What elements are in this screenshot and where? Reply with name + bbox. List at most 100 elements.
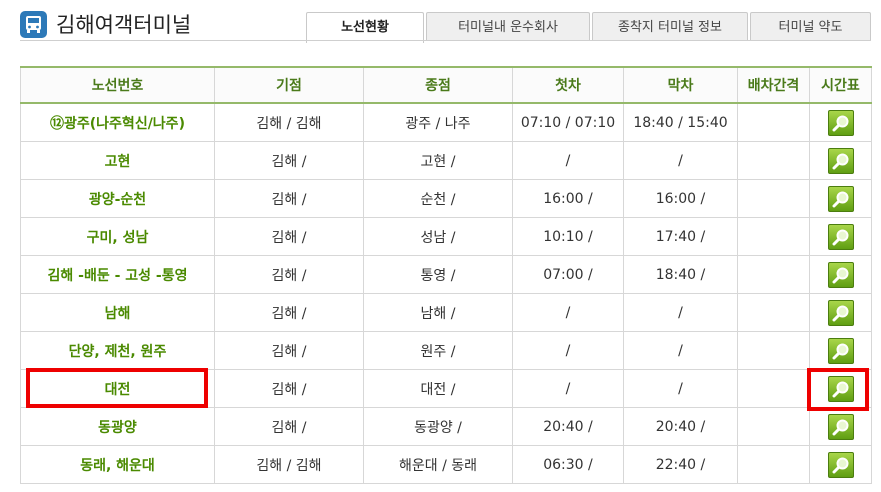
page-title: 김해여객터미널 bbox=[56, 13, 192, 37]
interval-cell bbox=[737, 445, 810, 484]
destination-cell: 순천 / bbox=[363, 179, 513, 218]
last-bus-cell: 18:40 / bbox=[623, 255, 738, 294]
table-row: ⑫광주(나주혁신/나주) 김해 / 김해 광주 / 나주 07:10 / 07:10 1… bbox=[20, 102, 872, 142]
interval-cell bbox=[737, 369, 810, 408]
timetable-button[interactable] bbox=[827, 299, 854, 326]
tab-bus-companies[interactable]: 터미널내 운수회사 bbox=[426, 12, 590, 41]
timetable-cell bbox=[809, 179, 872, 218]
last-bus-cell: 22:40 / bbox=[623, 445, 738, 484]
first-bus-cell: 10:10 / bbox=[512, 217, 624, 256]
interval-cell bbox=[737, 217, 810, 256]
last-bus-cell: / bbox=[623, 141, 738, 180]
timetable-button[interactable] bbox=[827, 451, 854, 478]
table-row: 동래, 해운대 김해 / 김해 해운대 / 동래 06:30 /22:40 / bbox=[20, 445, 872, 484]
destination-cell: 남해 / bbox=[363, 293, 513, 332]
interval-cell bbox=[737, 141, 810, 180]
magnifier-icon bbox=[832, 305, 848, 321]
origin-cell: 김해 / 김해 bbox=[214, 102, 364, 142]
interval-cell bbox=[737, 331, 810, 370]
first-bus-cell: / bbox=[512, 369, 624, 408]
first-bus-cell: 06:30 / bbox=[512, 445, 624, 484]
timetable-button[interactable] bbox=[827, 147, 854, 174]
magnifier-icon bbox=[832, 191, 848, 207]
route-cell[interactable]: 고현 bbox=[20, 141, 215, 180]
destination-cell: 성남 / bbox=[363, 217, 513, 256]
route-cell[interactable]: 동광양 bbox=[20, 407, 215, 446]
highlight-box-route bbox=[26, 368, 208, 408]
magnifier-icon bbox=[832, 457, 848, 473]
table-row: 남해 김해 / 남해 / / / bbox=[20, 293, 872, 332]
timetable-cell bbox=[809, 217, 872, 256]
tab-destination-terminal-info[interactable]: 종착지 터미널 정보 bbox=[592, 12, 748, 41]
magnifier-icon bbox=[832, 267, 848, 283]
table-row: 광양-순천 김해 / 순천 /16:00 /16:00 / bbox=[20, 179, 872, 218]
route-cell[interactable]: 광양-순천 bbox=[20, 179, 215, 218]
destination-cell: 고현 / bbox=[363, 141, 513, 180]
timetable-cell bbox=[809, 255, 872, 294]
timetable-cell bbox=[809, 331, 872, 370]
tab-route-status[interactable]: 노선현황 bbox=[306, 12, 424, 43]
route-cell[interactable]: 구미, 성남 bbox=[20, 217, 215, 256]
timetable-button[interactable] bbox=[827, 413, 854, 440]
origin-cell: 김해 / bbox=[214, 331, 364, 370]
tab-terminal-map[interactable]: 터미널 약도 bbox=[750, 12, 871, 41]
destination-cell: 광주 / 나주 bbox=[363, 102, 513, 142]
origin-cell: 김해 / bbox=[214, 293, 364, 332]
col-header-origin: 기점 bbox=[214, 66, 364, 104]
col-header-timetable: 시간표 bbox=[809, 66, 872, 104]
route-cell[interactable]: ⑫광주(나주혁신/나주) bbox=[20, 102, 215, 142]
destination-cell: 해운대 / 동래 bbox=[363, 445, 513, 484]
first-bus-cell: / bbox=[512, 331, 624, 370]
interval-cell bbox=[737, 293, 810, 332]
table-row: 김해 -배둔 - 고성 -통영 김해 / 통영 /07:00 /18:40 / bbox=[20, 255, 872, 294]
timetable-button[interactable] bbox=[827, 109, 854, 136]
first-bus-cell: 20:40 / bbox=[512, 407, 624, 446]
first-bus-cell: / bbox=[512, 141, 624, 180]
interval-cell bbox=[737, 255, 810, 294]
last-bus-cell: 17:40 / bbox=[623, 217, 738, 256]
timetable-cell bbox=[809, 141, 872, 180]
col-header-route: 노선번호 bbox=[20, 66, 215, 104]
col-header-destination: 종점 bbox=[363, 66, 513, 104]
magnifier-icon bbox=[832, 229, 848, 245]
col-header-interval: 배차간격 bbox=[737, 66, 810, 104]
origin-cell: 김해 / bbox=[214, 369, 364, 408]
first-bus-cell: 16:00 / bbox=[512, 179, 624, 218]
timetable-button[interactable] bbox=[827, 337, 854, 364]
interval-cell bbox=[737, 102, 810, 142]
table-row: 단양, 제천, 원주 김해 / 원주 / / / bbox=[20, 331, 872, 370]
origin-cell: 김해 / 김해 bbox=[214, 445, 364, 484]
timetable-cell bbox=[809, 407, 872, 446]
magnifier-icon bbox=[832, 153, 848, 169]
route-table-container: 노선번호 기점 종점 첫차 막차 배차간격 시간표 ⑫광주(나주혁신/나주) 김해… bbox=[20, 66, 872, 484]
timetable-button[interactable] bbox=[827, 223, 854, 250]
route-cell[interactable]: 동래, 해운대 bbox=[20, 445, 215, 484]
destination-cell: 통영 / bbox=[363, 255, 513, 294]
table-row: 고현 김해 / 고현 / / / bbox=[20, 141, 872, 180]
timetable-button[interactable] bbox=[827, 185, 854, 212]
first-bus-cell: 07:00 / bbox=[512, 255, 624, 294]
destination-cell: 원주 / bbox=[363, 331, 513, 370]
magnifier-icon bbox=[832, 343, 848, 359]
page-header: 김해여객터미널 노선현황 터미널내 운수회사 종착지 터미널 정보 터미널 약도 bbox=[0, 0, 881, 43]
route-cell[interactable]: 남해 bbox=[20, 293, 215, 332]
route-table: 노선번호 기점 종점 첫차 막차 배차간격 시간표 ⑫광주(나주혁신/나주) 김해… bbox=[20, 66, 872, 484]
first-bus-cell: / bbox=[512, 293, 624, 332]
last-bus-cell: 16:00 / bbox=[623, 179, 738, 218]
magnifier-icon bbox=[832, 115, 848, 131]
table-row: 동광양 김해 / 동광양 /20:40 /20:40 / bbox=[20, 407, 872, 446]
destination-cell: 대전 / bbox=[363, 369, 513, 408]
highlight-box-timetable bbox=[807, 368, 869, 411]
origin-cell: 김해 / bbox=[214, 217, 364, 256]
route-cell[interactable]: 김해 -배둔 - 고성 -통영 bbox=[20, 255, 215, 294]
route-cell[interactable]: 단양, 제천, 원주 bbox=[20, 331, 215, 370]
interval-cell bbox=[737, 407, 810, 446]
interval-cell bbox=[737, 179, 810, 218]
first-bus-cell: 07:10 / 07:10 bbox=[512, 102, 624, 142]
last-bus-cell: 20:40 / bbox=[623, 407, 738, 446]
origin-cell: 김해 / bbox=[214, 407, 364, 446]
bus-icon bbox=[20, 11, 47, 38]
timetable-button[interactable] bbox=[827, 261, 854, 288]
destination-cell: 동광양 / bbox=[363, 407, 513, 446]
timetable-cell bbox=[809, 445, 872, 484]
